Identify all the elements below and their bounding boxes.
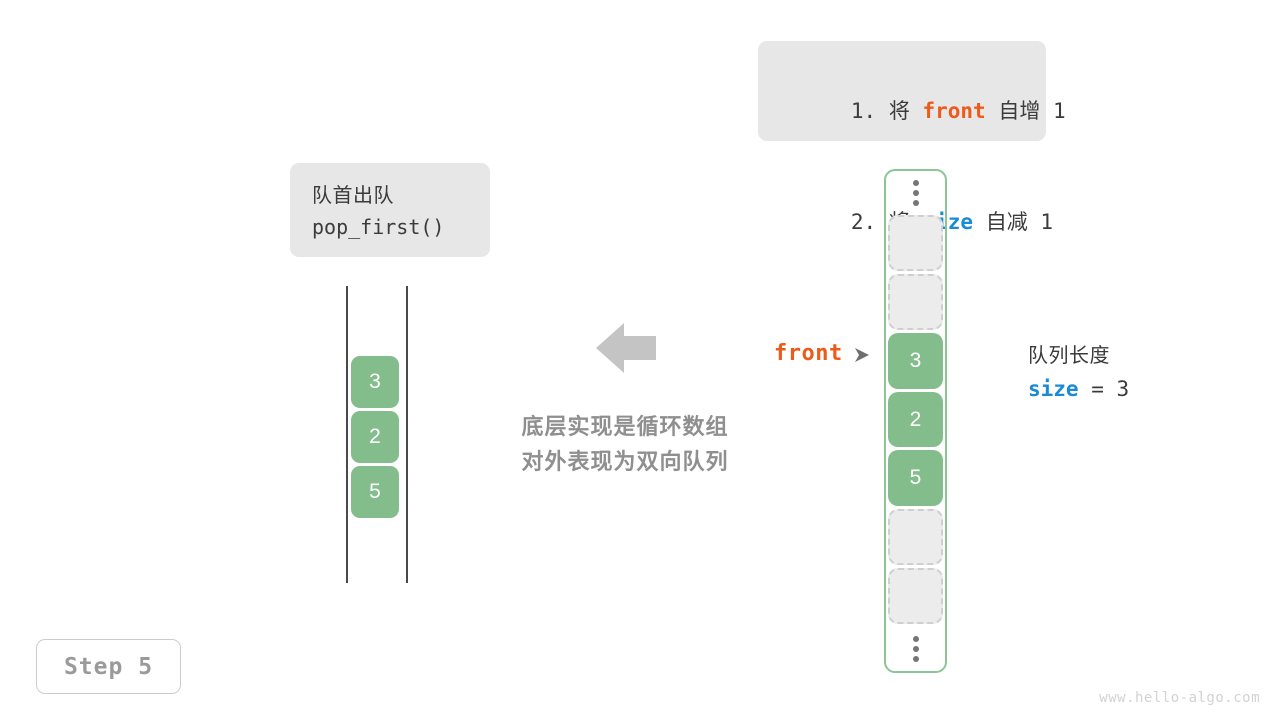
ellipsis-bottom-icon <box>912 627 919 671</box>
deque-cell: 2 <box>351 411 399 463</box>
step-2-index: 2. <box>850 210 877 234</box>
operation-label-box: 队首出队 pop_first() <box>290 163 490 257</box>
front-pointer-label: front <box>774 341 843 366</box>
steps-box: 1. 将 front 自增 1 2. 将 size 自减 1 <box>758 41 1066 234</box>
array-slot-empty <box>888 214 943 271</box>
operation-title: 队首出队 <box>312 185 394 207</box>
caption-line-2: 对外表现为双向队列 <box>521 449 729 474</box>
size-number: 3 <box>1116 377 1130 401</box>
dot <box>912 656 919 663</box>
dot <box>912 189 919 196</box>
caption-line-1: 底层实现是循环数组 <box>521 414 729 439</box>
step-1-value: 1 <box>1053 99 1066 123</box>
deque-cell-list: 3 2 5 <box>351 356 399 521</box>
step-1-index: 1. <box>850 99 877 123</box>
deque-cell: 5 <box>351 466 399 518</box>
watermark: www.hello-algo.com <box>1099 690 1260 706</box>
array-slot-empty <box>888 568 943 625</box>
left-arrow-icon <box>596 320 656 381</box>
size-annotation: 队列长度 size = 3 <box>1028 341 1129 407</box>
size-equals: = <box>1078 377 1117 401</box>
deque-rail-left <box>346 286 348 583</box>
caption-text: 底层实现是循环数组 对外表现为双向队列 <box>440 409 810 479</box>
dot <box>912 636 919 643</box>
dot <box>912 179 919 186</box>
array-slot-filled: 5 <box>888 450 943 507</box>
circular-array: 3 2 5 <box>884 169 947 673</box>
dot <box>912 646 919 653</box>
step-1-suffix: 自增 <box>998 99 1041 123</box>
ellipsis-top-icon <box>912 171 919 215</box>
deque-rail-right <box>406 286 408 583</box>
size-annotation-title: 队列长度 <box>1028 345 1110 367</box>
step-2-value: 1 <box>1040 210 1054 234</box>
array-slot-filled: 3 <box>888 332 943 389</box>
step-1-keyword: front <box>922 99 986 123</box>
front-pointer-arrow-icon <box>855 348 873 367</box>
dot <box>912 199 919 206</box>
array-slot-empty <box>888 509 943 566</box>
diagram-canvas: 队首出队 pop_first() 1. 将 front 自增 1 2. 将 si… <box>0 0 1280 720</box>
size-var-name: size <box>1028 377 1079 401</box>
size-annotation-value: size = 3 <box>1028 371 1129 407</box>
step-1-prefix: 将 <box>888 99 910 123</box>
deque-cell: 3 <box>351 356 399 408</box>
array-slot-filled: 2 <box>888 391 943 448</box>
step-line-1: 1. 将 front 自增 1 <box>775 56 1066 167</box>
step-2-suffix: 自减 <box>985 210 1028 234</box>
operation-method: pop_first() <box>312 215 445 239</box>
array-slot-empty <box>888 273 943 330</box>
step-badge: Step 5 <box>36 639 181 694</box>
